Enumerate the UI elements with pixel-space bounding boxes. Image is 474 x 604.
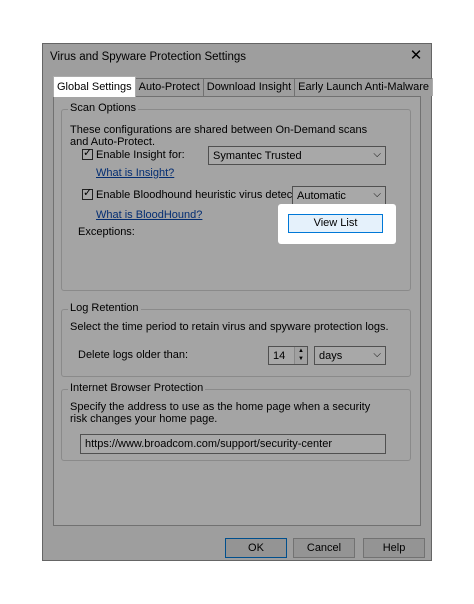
insight-select[interactable]: Symantec Trusted ⌵	[208, 146, 386, 165]
bloodhound-select-value: Automatic	[297, 190, 346, 202]
ok-button[interactable]: OK	[225, 538, 287, 558]
delete-logs-label: Delete logs older than:	[78, 349, 189, 361]
bloodhound-checkbox-row[interactable]: ✓ Enable Bloodhound heuristic virus detec…	[82, 187, 311, 201]
log-days-stepper[interactable]: 14 ▲ ▼	[268, 346, 308, 365]
tab-global-settings[interactable]: Global Settings	[53, 76, 136, 97]
log-days-value: 14	[273, 350, 286, 362]
view-list-highlight: View List	[278, 204, 396, 244]
cancel-button[interactable]: Cancel	[293, 538, 355, 558]
log-retention-group: Log Retention Select the time period to …	[61, 302, 411, 377]
insight-select-value: Symantec Trusted	[213, 150, 302, 162]
chevron-down-icon: ⌵	[373, 149, 381, 160]
log-unit-select[interactable]: days ⌵	[314, 346, 386, 365]
log-retention-description: Select the time period to retain virus a…	[70, 321, 389, 333]
spin-buttons[interactable]: ▲ ▼	[294, 347, 307, 364]
help-button[interactable]: Help	[363, 538, 425, 558]
home-page-url-value: https://www.broadcom.com/support/securit…	[85, 438, 332, 450]
bloodhound-checkbox-label: Enable Bloodhound heuristic virus detect…	[96, 189, 311, 201]
browser-protection-group: Internet Browser Protection Specify the …	[61, 382, 411, 461]
bloodhound-checkbox[interactable]: ✓	[82, 187, 93, 200]
scan-options-heading: Scan Options	[68, 102, 139, 114]
insight-checkbox-label: Enable Insight for:	[96, 149, 185, 161]
scan-options-description: These configurations are shared between …	[70, 124, 368, 148]
tab-early-launch-anti-malware[interactable]: Early Launch Anti-Malware	[294, 78, 433, 96]
tab-auto-protect[interactable]: Auto-Protect	[134, 78, 204, 96]
settings-dialog: Virus and Spyware Protection Settings ✕ …	[42, 43, 433, 561]
browser-protection-heading: Internet Browser Protection	[68, 382, 206, 394]
scan-options-group: Scan Options These configurations are sh…	[61, 102, 411, 291]
insight-checkbox-row[interactable]: ✓ Enable Insight for:	[82, 147, 185, 161]
bloodhound-select[interactable]: Automatic ⌵	[292, 186, 386, 205]
chevron-down-icon: ⌵	[373, 189, 381, 200]
check-icon: ✓	[83, 187, 93, 199]
insight-checkbox[interactable]: ✓	[82, 147, 93, 160]
dialog-title: Virus and Spyware Protection Settings	[50, 51, 247, 63]
check-icon: ✓	[83, 147, 93, 159]
log-unit-value: days	[319, 350, 343, 362]
what-is-insight-link[interactable]: What is Insight?	[96, 167, 174, 179]
spin-down-icon[interactable]: ▼	[295, 355, 307, 363]
browser-protection-description: Specify the address to use as the home p…	[70, 401, 371, 425]
what-is-bloodhound-link[interactable]: What is BloodHound?	[96, 209, 202, 221]
close-icon[interactable]: ✕	[408, 48, 424, 64]
tab-strip: Global Settings Auto-Protect Download In…	[53, 76, 433, 97]
view-list-button[interactable]: View List	[288, 214, 383, 233]
tab-download-insight[interactable]: Download Insight	[202, 78, 296, 96]
tab-panel: Scan Options These configurations are sh…	[53, 96, 421, 526]
spin-up-icon[interactable]: ▲	[295, 347, 307, 355]
title-bar: Virus and Spyware Protection Settings ✕	[43, 44, 431, 70]
home-page-url-input[interactable]: https://www.broadcom.com/support/securit…	[80, 434, 386, 454]
log-retention-heading: Log Retention	[68, 302, 141, 314]
chevron-down-icon: ⌵	[373, 349, 381, 360]
exceptions-label: Exceptions:	[78, 226, 135, 238]
